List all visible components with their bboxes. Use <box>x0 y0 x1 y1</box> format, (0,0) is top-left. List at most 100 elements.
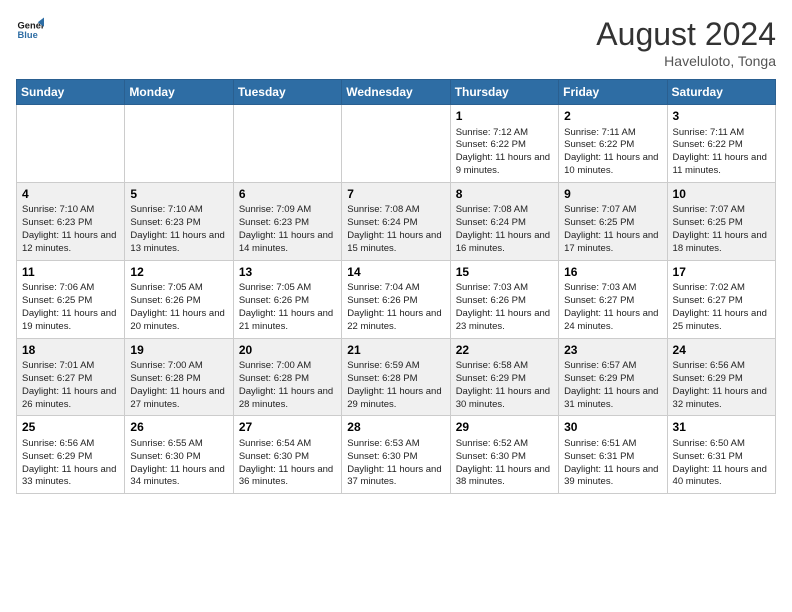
day-number: 22 <box>456 343 553 359</box>
day-number: 31 <box>673 420 770 436</box>
day-info: Sunrise: 7:00 AM Sunset: 6:28 PM Dayligh… <box>239 360 336 411</box>
day-number: 8 <box>456 187 553 203</box>
calendar-cell: 1 Sunrise: 7:12 AM Sunset: 6:22 PM Daylig… <box>450 105 558 183</box>
calendar-cell: 3 Sunrise: 7:11 AM Sunset: 6:22 PM Daylig… <box>667 105 775 183</box>
calendar-week-3: 11Sunrise: 7:06 AM Sunset: 6:25 PM Dayli… <box>17 260 776 338</box>
title-block: August 2024 Haveluloto, Tonga <box>596 16 776 69</box>
column-header-tuesday: Tuesday <box>233 80 341 105</box>
calendar-week-2: 4Sunrise: 7:10 AM Sunset: 6:23 PM Daylig… <box>17 182 776 260</box>
day-info: Sunrise: 7:03 AM Sunset: 6:26 PM Dayligh… <box>456 282 553 333</box>
calendar-cell: 7Sunrise: 7:08 AM Sunset: 6:24 PM Daylig… <box>342 182 450 260</box>
column-header-sunday: Sunday <box>17 80 125 105</box>
day-number: 4 <box>22 187 119 203</box>
day-info: Sunrise: 7:12 AM Sunset: 6:22 PM Dayligh… <box>456 127 553 178</box>
day-number: 9 <box>564 187 661 203</box>
day-number: 19 <box>130 343 227 359</box>
day-info: Sunrise: 7:01 AM Sunset: 6:27 PM Dayligh… <box>22 360 119 411</box>
column-header-wednesday: Wednesday <box>342 80 450 105</box>
day-info: Sunrise: 7:00 AM Sunset: 6:28 PM Dayligh… <box>130 360 227 411</box>
day-info: Sunrise: 6:56 AM Sunset: 6:29 PM Dayligh… <box>673 360 770 411</box>
day-number: 2 <box>564 109 661 125</box>
day-info: Sunrise: 7:07 AM Sunset: 6:25 PM Dayligh… <box>673 204 770 255</box>
calendar-table: SundayMondayTuesdayWednesdayThursdayFrid… <box>16 79 776 494</box>
day-info: Sunrise: 7:10 AM Sunset: 6:23 PM Dayligh… <box>130 204 227 255</box>
day-info: Sunrise: 6:55 AM Sunset: 6:30 PM Dayligh… <box>130 438 227 489</box>
day-info: Sunrise: 6:57 AM Sunset: 6:29 PM Dayligh… <box>564 360 661 411</box>
day-info: Sunrise: 7:05 AM Sunset: 6:26 PM Dayligh… <box>130 282 227 333</box>
calendar-cell: 23Sunrise: 6:57 AM Sunset: 6:29 PM Dayli… <box>559 338 667 416</box>
calendar-cell: 14Sunrise: 7:04 AM Sunset: 6:26 PM Dayli… <box>342 260 450 338</box>
day-number: 25 <box>22 420 119 436</box>
day-number: 6 <box>239 187 336 203</box>
calendar-cell: 4Sunrise: 7:10 AM Sunset: 6:23 PM Daylig… <box>17 182 125 260</box>
calendar-cell: 16Sunrise: 7:03 AM Sunset: 6:27 PM Dayli… <box>559 260 667 338</box>
day-info: Sunrise: 6:58 AM Sunset: 6:29 PM Dayligh… <box>456 360 553 411</box>
calendar-cell <box>233 105 341 183</box>
calendar-cell: 25 Sunrise: 6:56 AM Sunset: 6:29 PM Dayli… <box>17 416 125 494</box>
calendar-week-4: 18Sunrise: 7:01 AM Sunset: 6:27 PM Dayli… <box>17 338 776 416</box>
column-header-thursday: Thursday <box>450 80 558 105</box>
day-info: Sunrise: 7:06 AM Sunset: 6:25 PM Dayligh… <box>22 282 119 333</box>
day-number: 27 <box>239 420 336 436</box>
day-number: 29 <box>456 420 553 436</box>
day-info: Sunrise: 6:53 AM Sunset: 6:30 PM Dayligh… <box>347 438 444 489</box>
calendar-cell: 27 Sunrise: 6:54 AM Sunset: 6:30 PM Dayli… <box>233 416 341 494</box>
calendar-cell: 12Sunrise: 7:05 AM Sunset: 6:26 PM Dayli… <box>125 260 233 338</box>
column-header-saturday: Saturday <box>667 80 775 105</box>
calendar-cell: 2Sunrise: 7:11 AM Sunset: 6:22 PM Daylig… <box>559 105 667 183</box>
day-info: Sunrise: 7:09 AM Sunset: 6:23 PM Dayligh… <box>239 204 336 255</box>
day-info: Sunrise: 7:11 AM Sunset: 6:22 PM Dayligh… <box>673 127 770 178</box>
calendar-cell: 11Sunrise: 7:06 AM Sunset: 6:25 PM Dayli… <box>17 260 125 338</box>
calendar-cell: 24Sunrise: 6:56 AM Sunset: 6:29 PM Dayli… <box>667 338 775 416</box>
day-info: Sunrise: 6:54 AM Sunset: 6:30 PM Dayligh… <box>239 438 336 489</box>
calendar-header-row: SundayMondayTuesdayWednesdayThursdayFrid… <box>17 80 776 105</box>
calendar-cell: 9Sunrise: 7:07 AM Sunset: 6:25 PM Daylig… <box>559 182 667 260</box>
calendar-cell: 31Sunrise: 6:50 AM Sunset: 6:31 PM Dayli… <box>667 416 775 494</box>
day-info: Sunrise: 7:04 AM Sunset: 6:26 PM Dayligh… <box>347 282 444 333</box>
day-info: Sunrise: 6:52 AM Sunset: 6:30 PM Dayligh… <box>456 438 553 489</box>
calendar-cell: 29 Sunrise: 6:52 AM Sunset: 6:30 PM Dayli… <box>450 416 558 494</box>
day-number: 12 <box>130 265 227 281</box>
day-number: 5 <box>130 187 227 203</box>
day-number: 16 <box>564 265 661 281</box>
calendar-cell: 10Sunrise: 7:07 AM Sunset: 6:25 PM Dayli… <box>667 182 775 260</box>
day-info: Sunrise: 7:10 AM Sunset: 6:23 PM Dayligh… <box>22 204 119 255</box>
column-header-monday: Monday <box>125 80 233 105</box>
day-number: 17 <box>673 265 770 281</box>
day-number: 13 <box>239 265 336 281</box>
day-info: Sunrise: 7:08 AM Sunset: 6:24 PM Dayligh… <box>456 204 553 255</box>
calendar-cell: 13Sunrise: 7:05 AM Sunset: 6:26 PM Dayli… <box>233 260 341 338</box>
day-number: 28 <box>347 420 444 436</box>
calendar-cell: 8Sunrise: 7:08 AM Sunset: 6:24 PM Daylig… <box>450 182 558 260</box>
calendar-cell: 21Sunrise: 6:59 AM Sunset: 6:28 PM Dayli… <box>342 338 450 416</box>
calendar-cell: 6Sunrise: 7:09 AM Sunset: 6:23 PM Daylig… <box>233 182 341 260</box>
day-info: Sunrise: 7:05 AM Sunset: 6:26 PM Dayligh… <box>239 282 336 333</box>
calendar-cell: 20Sunrise: 7:00 AM Sunset: 6:28 PM Dayli… <box>233 338 341 416</box>
day-info: Sunrise: 6:56 AM Sunset: 6:29 PM Dayligh… <box>22 438 119 489</box>
day-number: 3 <box>673 109 770 125</box>
day-number: 18 <box>22 343 119 359</box>
calendar-cell: 22Sunrise: 6:58 AM Sunset: 6:29 PM Dayli… <box>450 338 558 416</box>
day-number: 26 <box>130 420 227 436</box>
calendar-cell <box>17 105 125 183</box>
calendar-week-5: 25 Sunrise: 6:56 AM Sunset: 6:29 PM Dayli… <box>17 416 776 494</box>
calendar-cell: 18Sunrise: 7:01 AM Sunset: 6:27 PM Dayli… <box>17 338 125 416</box>
day-number: 15 <box>456 265 553 281</box>
day-number: 14 <box>347 265 444 281</box>
calendar-week-1: 1 Sunrise: 7:12 AM Sunset: 6:22 PM Daylig… <box>17 105 776 183</box>
calendar-cell: 26 Sunrise: 6:55 AM Sunset: 6:30 PM Dayli… <box>125 416 233 494</box>
day-number: 24 <box>673 343 770 359</box>
calendar-cell: 17Sunrise: 7:02 AM Sunset: 6:27 PM Dayli… <box>667 260 775 338</box>
calendar-cell <box>342 105 450 183</box>
day-number: 1 <box>456 109 553 125</box>
calendar-cell: 28 Sunrise: 6:53 AM Sunset: 6:30 PM Dayli… <box>342 416 450 494</box>
logo-icon: General Blue <box>16 16 44 44</box>
page-header: General Blue August 2024 Haveluloto, Ton… <box>16 16 776 69</box>
day-number: 11 <box>22 265 119 281</box>
day-number: 21 <box>347 343 444 359</box>
svg-text:Blue: Blue <box>18 30 38 40</box>
day-number: 10 <box>673 187 770 203</box>
logo: General Blue <box>16 16 44 44</box>
location-subtitle: Haveluloto, Tonga <box>596 53 776 69</box>
day-info: Sunrise: 7:03 AM Sunset: 6:27 PM Dayligh… <box>564 282 661 333</box>
